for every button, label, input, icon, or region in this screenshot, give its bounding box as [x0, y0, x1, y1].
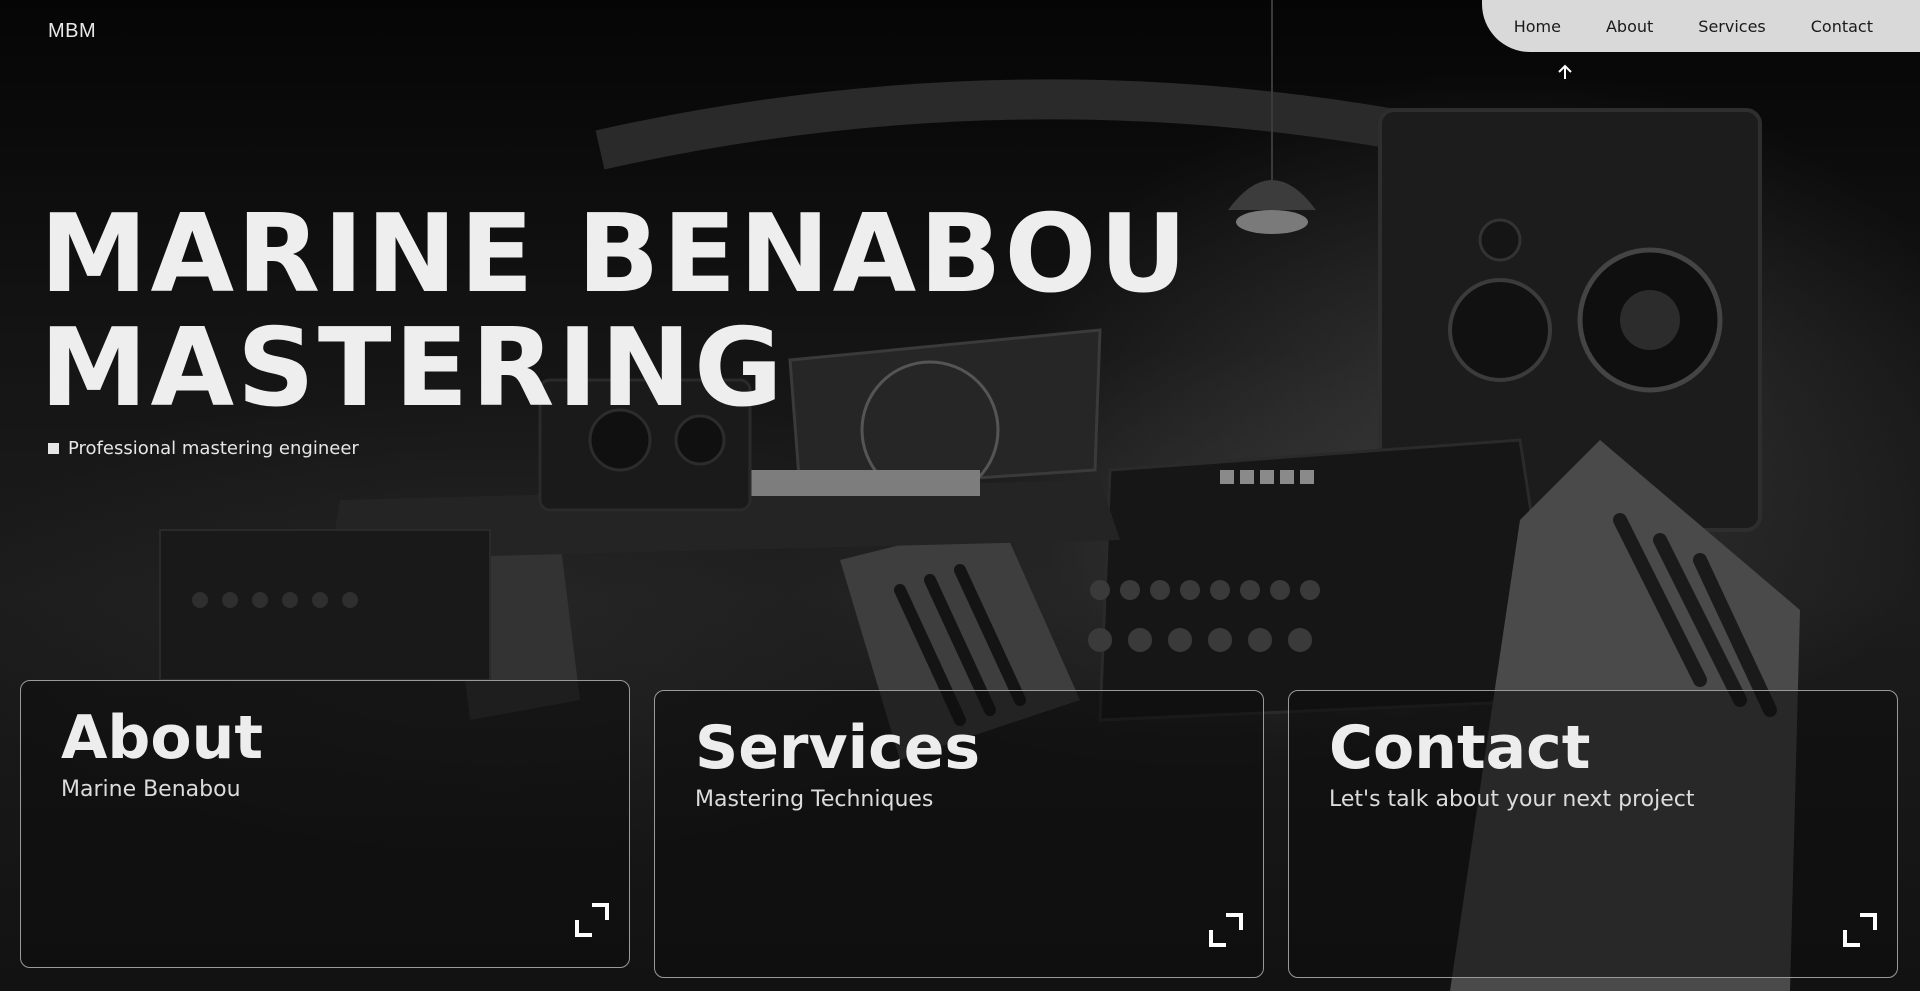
card-about[interactable]: About Marine Benabou: [20, 680, 630, 968]
expand-icon[interactable]: [575, 903, 609, 937]
card-title: Contact: [1329, 713, 1591, 783]
expand-icon[interactable]: [1843, 913, 1877, 947]
hero-subtitle: Professional mastering engineer: [48, 438, 359, 459]
card-services[interactable]: Services Mastering Techniques: [654, 690, 1264, 978]
page: MBM Home About Services Contact MARINE B…: [0, 0, 1920, 991]
card-subtitle: Mastering Techniques: [695, 787, 934, 812]
nav-item-services[interactable]: Services: [1698, 17, 1765, 36]
hero-title-line-1: MARINE BENABOU: [40, 192, 1191, 317]
card-subtitle: Let's talk about your next project: [1329, 787, 1695, 812]
card-subtitle: Marine Benabou: [61, 777, 241, 802]
nav-item-home[interactable]: Home: [1514, 17, 1561, 36]
card-title: About: [61, 703, 264, 773]
card-contact[interactable]: Contact Let's talk about your next proje…: [1288, 690, 1898, 978]
expand-icon[interactable]: [1209, 913, 1243, 947]
site-logo[interactable]: MBM: [48, 20, 96, 43]
nav-item-about[interactable]: About: [1606, 17, 1653, 36]
hero-title: MARINE BENABOU MASTERING: [40, 198, 1190, 426]
arrow-up-icon: [1558, 64, 1572, 79]
hero-title-line-2: MASTERING: [40, 306, 786, 431]
hero-subtitle-text: Professional mastering engineer: [68, 438, 359, 459]
card-title: Services: [695, 713, 981, 783]
nav-item-contact[interactable]: Contact: [1811, 17, 1873, 36]
square-bullet-icon: [48, 443, 59, 454]
top-navigation: Home About Services Contact: [1482, 0, 1920, 52]
